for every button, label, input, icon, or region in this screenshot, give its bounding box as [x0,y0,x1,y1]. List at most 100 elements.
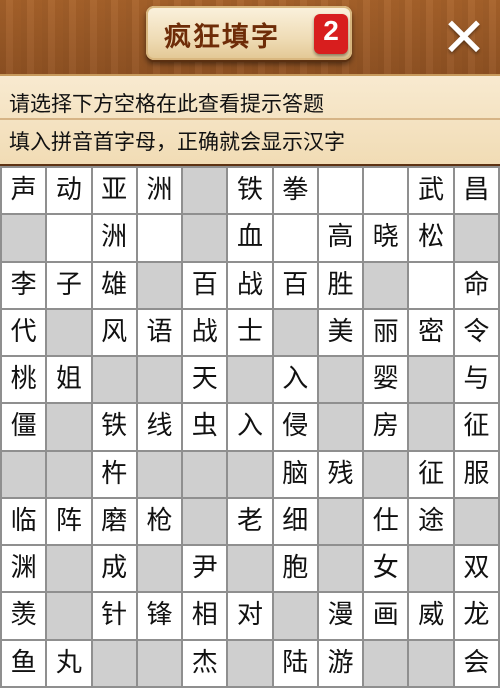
crossword-cell[interactable]: 锋 [137,593,182,639]
crossword-cell[interactable]: 仕 [364,498,408,545]
crossword-cell[interactable]: 对 [228,593,272,639]
crossword-cell[interactable]: 洲 [137,168,182,214]
crossword-cell[interactable] [137,215,182,261]
crossword-cell[interactable]: 针 [92,593,136,639]
crossword-cell[interactable]: 与 [454,357,498,403]
crossword-cell[interactable]: 鱼 [2,640,46,686]
crossword-cell[interactable]: 拳 [273,168,317,214]
crossword-cell[interactable]: 语 [137,309,182,356]
crossword-cell[interactable]: 高 [318,215,363,261]
crossword-cell[interactable]: 脑 [273,451,317,497]
crossword-cell[interactable] [318,168,363,214]
crossword-cell[interactable]: 画 [364,593,408,639]
blocked-cell [92,640,136,686]
crossword-cell[interactable]: 密 [409,309,453,356]
blocked-cell [228,357,272,403]
crossword-cell[interactable]: 游 [318,640,363,686]
blocked-cell [183,498,227,545]
crossword-cell[interactable]: 松 [409,215,453,261]
crossword-cell[interactable]: 征 [454,404,498,450]
crossword-cell[interactable] [47,215,91,261]
blocked-cell [364,640,408,686]
crossword-cell[interactable]: 风 [92,309,136,356]
crossword-cell[interactable]: 李 [2,262,46,308]
crossword-cell[interactable]: 渊 [2,546,46,592]
crossword-cell[interactable]: 令 [454,309,498,356]
hint-text-line-2: 填入拼音首字母，正确就会显示汉字 [9,130,345,154]
crossword-cell[interactable]: 铁 [92,404,136,450]
close-icon[interactable]: ✕ [436,10,492,66]
crossword-cell[interactable]: 征 [409,451,453,497]
crossword-cell[interactable]: 丽 [364,309,408,356]
crossword-cell[interactable]: 成 [92,546,136,592]
crossword-cell[interactable]: 杵 [92,451,136,497]
crossword-cell[interactable]: 尹 [183,546,227,592]
crossword-cell[interactable]: 姐 [47,357,91,403]
crossword-cell[interactable]: 相 [183,593,227,639]
crossword-cell[interactable]: 血 [228,215,272,261]
crossword-cell[interactable]: 枪 [137,498,182,545]
blocked-cell [47,546,91,592]
hint-panel: 请选择下方空格在此查看提示答题 填入拼音首字母，正确就会显示汉字 [0,74,500,167]
crossword-cell[interactable]: 昌 [454,168,498,214]
crossword-cell[interactable]: 胞 [273,546,317,592]
crossword-cell[interactable] [364,168,408,214]
crossword-cell[interactable]: 服 [454,451,498,497]
blocked-cell [47,309,91,356]
crossword-cell[interactable]: 百 [183,262,227,308]
crossword-cell[interactable]: 残 [318,451,363,497]
crossword-cell[interactable]: 房 [364,404,408,450]
crossword-grid: 声动亚洲铁拳武昌洲血高晓松李子雄百战百胜命代风语战士美丽密令桃姐天入婴与僵铁线虫… [0,166,500,688]
crossword-cell[interactable]: 僵 [2,404,46,450]
crossword-cell[interactable]: 士 [228,309,272,356]
crossword-cell[interactable]: 入 [273,357,317,403]
crossword-cell[interactable]: 磨 [92,498,136,545]
crossword-cell[interactable]: 美 [318,309,363,356]
crossword-cell[interactable]: 天 [183,357,227,403]
crossword-cell[interactable]: 临 [2,498,46,545]
crossword-cell[interactable]: 威 [409,593,453,639]
crossword-cell[interactable]: 老 [228,498,272,545]
crossword-cell[interactable]: 铁 [228,168,272,214]
blocked-cell [228,640,272,686]
crossword-cell[interactable]: 途 [409,498,453,545]
crossword-cell[interactable]: 胜 [318,262,363,308]
crossword-cell[interactable]: 双 [454,546,498,592]
crossword-cell[interactable]: 线 [137,404,182,450]
crossword-cell[interactable] [273,215,317,261]
crossword-cell[interactable]: 龙 [454,593,498,639]
crossword-cell[interactable]: 阵 [47,498,91,545]
blocked-cell [454,215,498,261]
crossword-cell[interactable]: 晓 [364,215,408,261]
crossword-cell[interactable]: 丸 [47,640,91,686]
blocked-cell [409,546,453,592]
crossword-cell[interactable]: 动 [47,168,91,214]
crossword-cell[interactable]: 子 [47,262,91,308]
crossword-cell[interactable]: 战 [228,262,272,308]
crossword-cell[interactable]: 桃 [2,357,46,403]
crossword-cell[interactable]: 入 [228,404,272,450]
crossword-cell[interactable]: 会 [454,640,498,686]
crossword-cell[interactable]: 侵 [273,404,317,450]
crossword-cell[interactable]: 雄 [92,262,136,308]
crossword-cell[interactable]: 羡 [2,593,46,639]
game-title: 疯狂填字 [164,22,280,53]
crossword-cell[interactable]: 女 [364,546,408,592]
crossword-cell[interactable]: 声 [2,168,46,214]
crossword-cell[interactable]: 洲 [92,215,136,261]
blocked-cell [273,593,317,639]
crossword-cell[interactable]: 虫 [183,404,227,450]
crossword-cell[interactable]: 细 [273,498,317,545]
crossword-cell[interactable] [409,262,453,308]
crossword-cell[interactable]: 战 [183,309,227,356]
crossword-cell[interactable]: 代 [2,309,46,356]
crossword-cell[interactable]: 亚 [92,168,136,214]
crossword-cell[interactable]: 杰 [183,640,227,686]
crossword-cell[interactable]: 武 [409,168,453,214]
crossword-cell[interactable]: 婴 [364,357,408,403]
crossword-cell[interactable]: 百 [273,262,317,308]
crossword-cell[interactable]: 漫 [318,593,363,639]
crossword-cell[interactable]: 命 [454,262,498,308]
crossword-cell[interactable]: 陆 [273,640,317,686]
title-plaque: 疯狂填字 2 [146,6,352,60]
